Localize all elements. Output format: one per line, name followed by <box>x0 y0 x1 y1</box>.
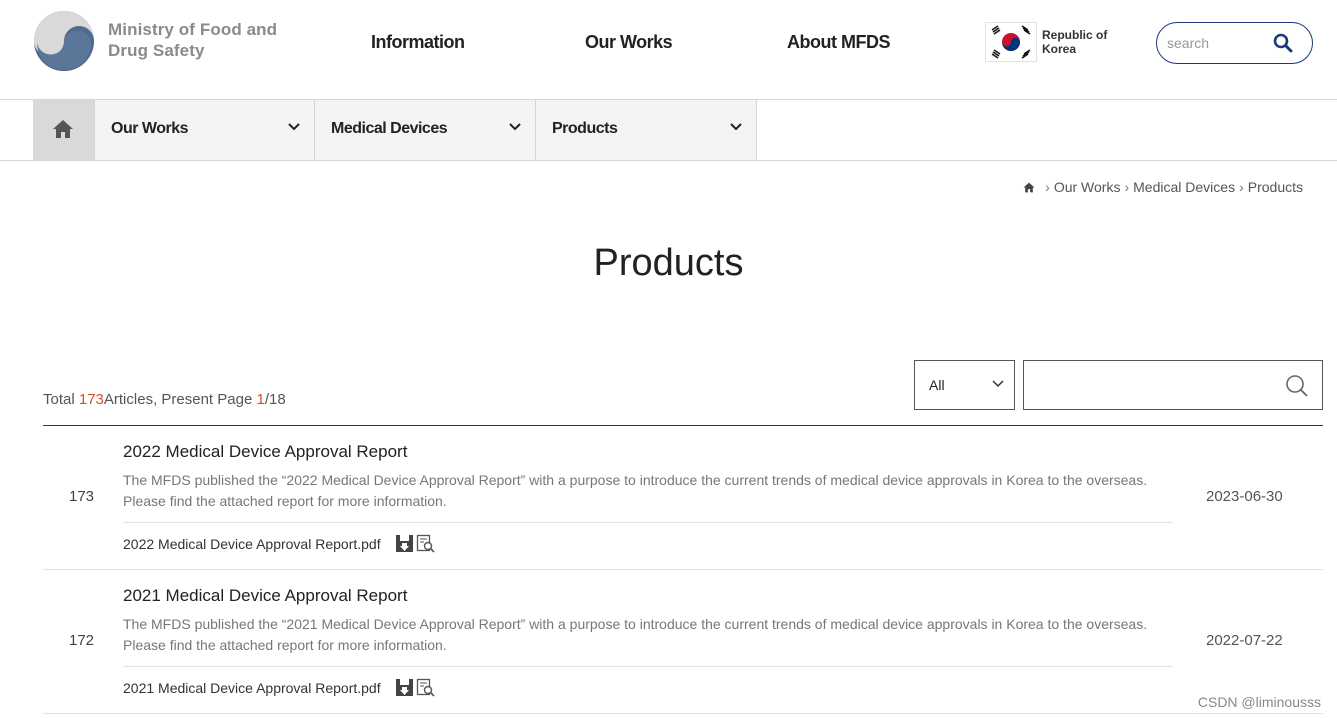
list-search-input[interactable] <box>1023 360 1323 410</box>
breadcrumb-products[interactable]: Products <box>1248 179 1303 195</box>
list-item: 173 2022 Medical Device Approval Report … <box>43 426 1323 570</box>
preview-icon[interactable] <box>416 534 435 553</box>
chevron-down-icon <box>730 123 742 131</box>
article-number: 173 <box>69 488 95 505</box>
korea-flag-icon[interactable] <box>985 22 1037 62</box>
subnav-label: Our Works <box>111 120 189 137</box>
breadcrumb: › Our Works › Medical Devices › Products <box>1023 179 1303 195</box>
header-search <box>1156 22 1313 64</box>
list-summary: Total 173Articles, Present Page 1/18 <box>43 391 286 408</box>
home-icon <box>53 120 73 138</box>
total-count: 173 <box>78 391 104 408</box>
site-header: Ministry of Food and Drug Safety Informa… <box>0 0 1337 100</box>
chevron-down-icon <box>992 380 1004 388</box>
subnav-products-dropdown[interactable]: Products <box>536 100 757 160</box>
subnav-label: Products <box>552 120 618 137</box>
nav-information[interactable]: Information <box>371 32 465 53</box>
chevron-right-icon: › <box>1239 179 1244 195</box>
chevron-right-icon: › <box>1045 179 1050 195</box>
nav-about-mfds[interactable]: About MFDS <box>787 32 890 53</box>
chevron-right-icon: › <box>1124 179 1130 195</box>
article-date: 2022-07-22 <box>1206 632 1283 649</box>
article-number: 172 <box>69 632 95 649</box>
article-title[interactable]: 2022 Medical Device Approval Report <box>123 442 407 462</box>
total-pages: /18 <box>264 391 286 408</box>
subnav-label: Medical Devices <box>331 120 448 137</box>
home-button[interactable] <box>33 100 94 160</box>
nav-our-works[interactable]: Our Works <box>585 32 673 53</box>
country-label[interactable]: Republic of Korea <box>1042 28 1122 56</box>
filter-selected-value: All <box>929 377 945 393</box>
download-icon[interactable] <box>395 678 414 697</box>
search-icon[interactable] <box>1285 374 1309 398</box>
ministry-name[interactable]: Ministry of Food and Drug Safety <box>108 19 298 61</box>
search-icon[interactable] <box>1273 33 1293 53</box>
subnav-our-works-dropdown[interactable]: Our Works <box>94 100 315 160</box>
breadcrumb-medical-devices[interactable]: Medical Devices <box>1133 179 1235 195</box>
header-search-input[interactable] <box>1167 31 1267 55</box>
download-icon[interactable] <box>395 534 414 553</box>
subnav-medical-devices-dropdown[interactable]: Medical Devices <box>315 100 536 160</box>
attachment-filename[interactable]: 2021 Medical Device Approval Report.pdf <box>123 680 381 696</box>
article-title[interactable]: 2021 Medical Device Approval Report <box>123 586 407 606</box>
home-icon[interactable] <box>1023 182 1035 193</box>
attachment: 2022 Medical Device Approval Report.pdf <box>123 534 435 553</box>
sub-navigation: Our Works Medical Devices Products <box>0 100 1337 161</box>
list-item: 172 2021 Medical Device Approval Report … <box>43 570 1323 714</box>
divider <box>123 522 1173 523</box>
government-emblem-logo[interactable] <box>33 10 95 72</box>
search-filter-select[interactable]: All <box>914 360 1015 410</box>
attachment: 2021 Medical Device Approval Report.pdf <box>123 678 435 697</box>
total-prefix: Total <box>43 391 79 408</box>
chevron-down-icon <box>288 123 300 131</box>
watermark-text: CSDN @liminousss <box>1197 694 1321 710</box>
attachment-filename[interactable]: 2022 Medical Device Approval Report.pdf <box>123 536 381 552</box>
article-description: The MFDS published the “2022 Medical Dev… <box>123 472 1148 509</box>
article-date: 2023-06-30 <box>1206 488 1283 505</box>
breadcrumb-our-works[interactable]: Our Works <box>1054 179 1121 195</box>
chevron-down-icon <box>509 123 521 131</box>
divider <box>123 666 1173 667</box>
page-title: Products <box>593 242 744 284</box>
current-page: 1 <box>256 391 265 408</box>
preview-icon[interactable] <box>416 678 435 697</box>
page-label: Articles, Present Page <box>103 391 257 408</box>
article-description: The MFDS published the “2021 Medical Dev… <box>123 616 1148 653</box>
